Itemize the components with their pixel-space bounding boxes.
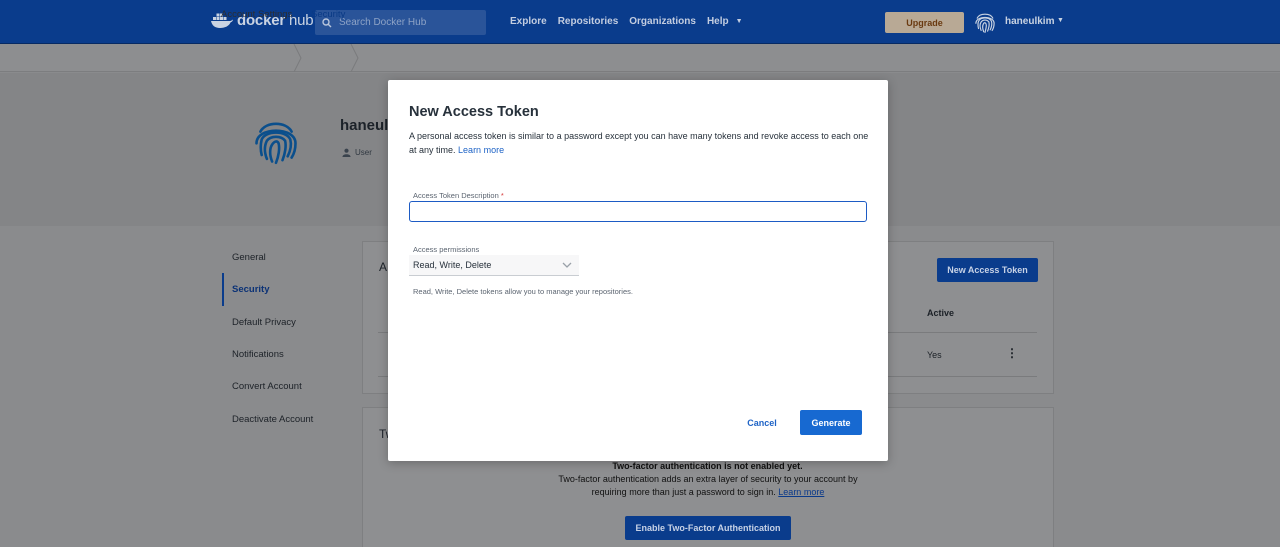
breadcrumb — [0, 44, 1280, 72]
kebab-menu-icon[interactable]: ⋮ — [1006, 347, 1018, 359]
access-permissions-value: Read, Write, Delete — [413, 260, 492, 270]
chevron-down-icon[interactable]: ▼ — [1057, 17, 1064, 24]
dialog-title: New Access Token — [409, 104, 539, 120]
chevron-down-icon — [562, 262, 572, 268]
token-description-label-text: Access Token Description — [413, 191, 499, 200]
sidebar-active-indicator — [222, 273, 224, 306]
caret-down-icon: ▼ — [735, 18, 743, 25]
token-description-input[interactable] — [409, 201, 867, 222]
two-factor-learn-more-link[interactable]: Learn more — [778, 487, 824, 497]
token-active-value: Yes — [927, 350, 942, 360]
access-permissions-hint: Read, Write, Delete tokens allow you to … — [413, 287, 633, 296]
breadcrumb-separator-icon — [293, 44, 302, 72]
sidebar-item-security[interactable]: Security — [232, 284, 270, 295]
access-permissions-select[interactable]: Read, Write, Delete — [409, 255, 579, 276]
sidebar-item-notifications[interactable]: Notifications — [232, 349, 284, 360]
search-input[interactable] — [339, 17, 479, 28]
cancel-button[interactable]: Cancel — [734, 410, 790, 435]
sidebar-item-deactivate-account[interactable]: Deactivate Account — [232, 414, 313, 425]
column-header-active: Active — [927, 308, 955, 318]
learn-more-link[interactable]: Learn more — [458, 145, 504, 155]
two-factor-status: Two-factor authentication is not enabled… — [612, 461, 803, 471]
enable-two-factor-button[interactable]: Enable Two-Factor Authentication — [625, 516, 791, 540]
breadcrumb-account-settings[interactable]: Account Settings — [221, 9, 292, 20]
profile-role: User — [342, 148, 372, 157]
help-label: Help — [706, 16, 729, 27]
sidebar-item-default-privacy[interactable]: Default Privacy — [232, 317, 296, 328]
fingerprint-icon — [975, 13, 995, 33]
nav-links: Explore Repositories Organizations Help ▼ — [510, 16, 743, 27]
user-avatar[interactable] — [971, 8, 999, 36]
breadcrumb-separator-icon — [350, 44, 359, 72]
top-nav-bar: docker hub Explore Repositories Organiza… — [0, 0, 1280, 44]
two-factor-description: Two-factor authentication adds an extra … — [543, 473, 873, 499]
nav-link-explore[interactable]: Explore — [510, 16, 547, 27]
username[interactable]: haneulkim — [1005, 16, 1054, 27]
nav-link-repositories[interactable]: Repositories — [558, 16, 619, 27]
dialog-description: A personal access token is similar to a … — [409, 129, 869, 157]
access-permissions-label: Access permissions — [413, 245, 480, 254]
profile-role-label: User — [355, 148, 372, 157]
nav-link-organizations[interactable]: Organizations — [629, 16, 696, 27]
new-access-token-button[interactable]: New Access Token — [937, 258, 1038, 282]
new-access-token-dialog: New Access Token A personal access token… — [388, 80, 888, 461]
generate-button[interactable]: Generate — [800, 410, 862, 435]
nav-link-help[interactable]: Help ▼ — [707, 16, 743, 27]
user-icon — [342, 148, 351, 157]
token-description-label: Access Token Description * — [413, 191, 504, 200]
required-marker: * — [500, 191, 504, 200]
breadcrumb-security[interactable]: Security — [311, 9, 345, 20]
fingerprint-icon — [255, 122, 297, 165]
sidebar-item-general[interactable]: General — [232, 252, 266, 263]
access-tokens-title: A — [379, 260, 388, 274]
profile-avatar — [250, 116, 302, 173]
sidebar-item-convert-account[interactable]: Convert Account — [232, 381, 302, 392]
upgrade-button[interactable]: Upgrade — [885, 12, 964, 33]
